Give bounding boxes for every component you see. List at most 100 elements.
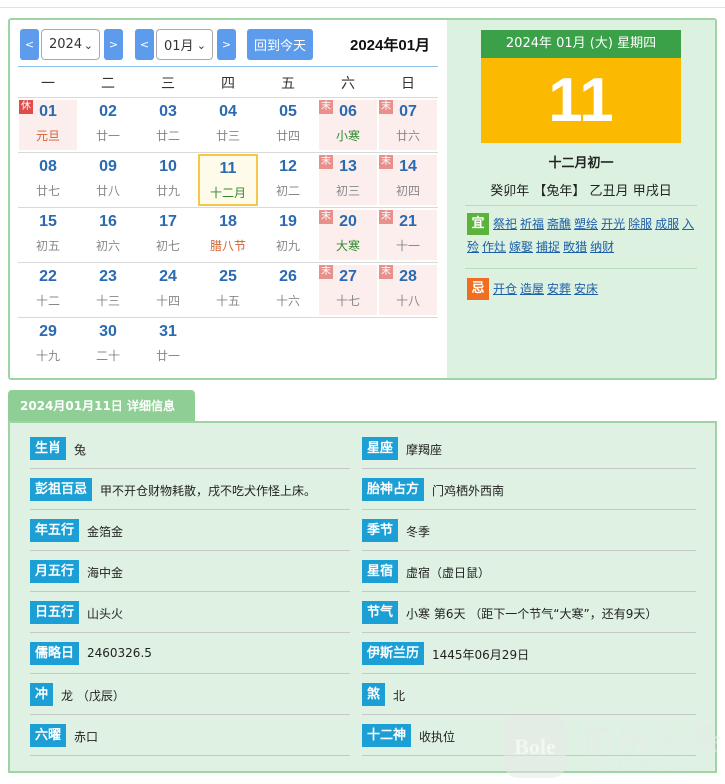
yi-item-link[interactable]: 祭祀 bbox=[493, 217, 517, 231]
calendar-day-cell[interactable]: 24 十四 bbox=[138, 263, 198, 317]
calendar-day-cell[interactable]: 15 初五 bbox=[18, 208, 78, 262]
calendar-week-row: 休 01 元旦 02 廿一 03 廿二 04 廿三 05 廿四末 06 小寒末 07 廿六 bbox=[18, 97, 438, 152]
calendar-day-cell[interactable]: 04 廿三 bbox=[198, 98, 258, 152]
day-number: 27 bbox=[339, 268, 357, 285]
calendar-day-cell[interactable]: 22 十二 bbox=[18, 263, 78, 317]
details-tab[interactable]: 2024月01月11日 详细信息 bbox=[8, 390, 195, 422]
lunar-day-label: 十四 bbox=[155, 294, 180, 308]
top-divider bbox=[0, 7, 725, 8]
calendar-day-cell[interactable]: 10 廿九 bbox=[138, 153, 198, 207]
yi-item-link[interactable]: 祈福 bbox=[520, 217, 544, 231]
back-to-today-button[interactable]: 回到今天 bbox=[247, 29, 313, 60]
lunar-day-label: 廿七 bbox=[35, 184, 60, 198]
lunar-day-label: 初二 bbox=[275, 184, 300, 198]
calendar-day-cell[interactable]: 末 28 十八 bbox=[379, 265, 437, 315]
yi-item-link[interactable]: 成服 bbox=[655, 217, 679, 231]
day-number: 28 bbox=[399, 268, 417, 285]
lunar-day-label: 初五 bbox=[35, 239, 60, 253]
weekday-header: 一 二 三 四 五 六 日 bbox=[18, 72, 438, 96]
lunar-day-label: 初三 bbox=[335, 184, 360, 198]
yi-item-link[interactable]: 捕捉 bbox=[536, 240, 560, 254]
calendar-day-cell[interactable]: 末 14 初四 bbox=[379, 155, 437, 205]
calendar-day-cell[interactable]: 12 初二 bbox=[258, 153, 318, 207]
day-number: 19 bbox=[279, 213, 297, 230]
calendar-day-cell[interactable]: 02 廿一 bbox=[78, 98, 138, 152]
calendar-day-cell[interactable]: 11 十二月 bbox=[198, 154, 258, 206]
calendar-day-cell[interactable]: 末 21 十一 bbox=[379, 210, 437, 260]
detail-label: 儒略日 bbox=[30, 642, 80, 665]
calendar-day-cell[interactable]: 23 十三 bbox=[78, 263, 138, 317]
calendar-day-cell[interactable]: 16 初六 bbox=[78, 208, 138, 262]
yi-item-link[interactable]: 纳财 bbox=[590, 240, 614, 254]
calendar-day-cell[interactable]: 18 腊八节 bbox=[198, 208, 258, 262]
detail-value: 小寒 第6天 （距下一个节气“大寒”，还有9天） bbox=[406, 607, 658, 621]
day-number: 24 bbox=[159, 268, 177, 285]
detail-value: 龙 （戊辰） bbox=[61, 689, 125, 703]
month-title: 2024年01月 bbox=[350, 37, 431, 54]
day-number: 21 bbox=[399, 213, 417, 230]
today-big-day: 11 bbox=[481, 58, 681, 143]
month-select[interactable]: 01月 ⌄ bbox=[156, 29, 213, 60]
ji-list: 开仓 造屋 安葬 安床 bbox=[467, 278, 699, 301]
day-number: 07 bbox=[399, 103, 417, 120]
calendar-day-cell[interactable]: 末 06 小寒 bbox=[319, 100, 377, 150]
ji-item-link[interactable]: 造屋 bbox=[520, 282, 544, 296]
yi-item-link[interactable]: 除服 bbox=[628, 217, 652, 231]
calendar-day-cell[interactable]: 03 廿二 bbox=[138, 98, 198, 152]
yi-item-link[interactable]: 作灶 bbox=[482, 240, 506, 254]
yi-item-link[interactable]: 嫁娶 bbox=[509, 240, 533, 254]
next-month-button[interactable]: > bbox=[217, 29, 236, 60]
calendar-panel: < 2024 ⌄ > < 01月 ⌄ > 回到今天 2024年01月 一 二 三… bbox=[8, 18, 717, 380]
calendar-day-cell[interactable]: 25 十五 bbox=[198, 263, 258, 317]
ji-item-link[interactable]: 开仓 bbox=[493, 282, 517, 296]
calendar-day-cell[interactable]: 29 十九 bbox=[18, 318, 78, 372]
calendar-day-cell[interactable]: 末 20 大寒 bbox=[319, 210, 377, 260]
detail-label: 冲 bbox=[30, 683, 54, 706]
lunar-day-label: 廿四 bbox=[275, 129, 300, 143]
calendar-day-cell[interactable]: 末 13 初三 bbox=[319, 155, 377, 205]
detail-value: 门鸡栖外西南 bbox=[432, 484, 505, 498]
prev-year-button[interactable]: < bbox=[20, 29, 39, 60]
calendar-day-cell[interactable]: 26 十六 bbox=[258, 263, 318, 317]
yi-item-link[interactable]: 斋醮 bbox=[547, 217, 571, 231]
lunar-day-label: 廿二 bbox=[155, 129, 180, 143]
calendar-day-cell[interactable]: 05 廿四 bbox=[258, 98, 318, 152]
lunar-day-label: 廿一 bbox=[95, 129, 120, 143]
weekday-label: 六 bbox=[341, 76, 355, 92]
detail-label: 六曜 bbox=[30, 724, 67, 747]
detail-row: 六曜 赤口 bbox=[30, 715, 350, 756]
next-year-button[interactable]: > bbox=[104, 29, 123, 60]
day-number: 08 bbox=[39, 158, 57, 175]
lunar-day-label: 十二 bbox=[35, 294, 60, 308]
calendar-day-cell[interactable]: 末 07 廿六 bbox=[379, 100, 437, 150]
ji-item-link[interactable]: 安葬 bbox=[547, 282, 571, 296]
lunar-day-label: 腊八节 bbox=[209, 239, 246, 253]
calendar-day-cell[interactable]: 31 廿一 bbox=[138, 318, 198, 372]
lunar-day-label: 十六 bbox=[275, 294, 300, 308]
day-number: 02 bbox=[99, 103, 117, 120]
detail-row: 胎神占方 门鸡栖外西南 bbox=[362, 469, 696, 510]
calendar-day-cell[interactable]: 19 初九 bbox=[258, 208, 318, 262]
detail-row: 生肖兔 bbox=[30, 428, 350, 469]
lunar-day-label: 廿八 bbox=[95, 184, 120, 198]
calendar-day-cell[interactable]: 08 廿七 bbox=[18, 153, 78, 207]
detail-value: 甲不开仓财物耗散，戌不吃犬作怪上床。 bbox=[100, 484, 317, 498]
prev-month-button[interactable]: < bbox=[135, 29, 154, 60]
detail-row: 月五行 海中金 bbox=[30, 551, 350, 592]
yi-item-link[interactable]: 塑绘 bbox=[574, 217, 598, 231]
day-number: 25 bbox=[219, 268, 237, 285]
calendar-day-cell[interactable]: 17 初七 bbox=[138, 208, 198, 262]
ji-item-link[interactable]: 安床 bbox=[574, 282, 598, 296]
yi-item-link[interactable]: 开光 bbox=[601, 217, 625, 231]
watermark-cn-text: 伯乐头条 bbox=[580, 720, 724, 760]
yi-item-link[interactable]: 畋猎 bbox=[563, 240, 587, 254]
calendar-day-cell[interactable]: 09 廿八 bbox=[78, 153, 138, 207]
detail-label: 年五行 bbox=[30, 519, 80, 542]
calendar-day-cell[interactable]: 末 27 十七 bbox=[319, 265, 377, 315]
detail-row: 伊斯兰历 1445年06月29日 bbox=[362, 633, 696, 674]
detail-value: 收执位 bbox=[419, 730, 456, 744]
year-select[interactable]: 2024 ⌄ bbox=[41, 29, 100, 60]
row-divider bbox=[30, 755, 350, 756]
calendar-day-cell[interactable]: 休 01 元旦 bbox=[19, 100, 77, 150]
calendar-day-cell[interactable]: 30 二十 bbox=[78, 318, 138, 372]
